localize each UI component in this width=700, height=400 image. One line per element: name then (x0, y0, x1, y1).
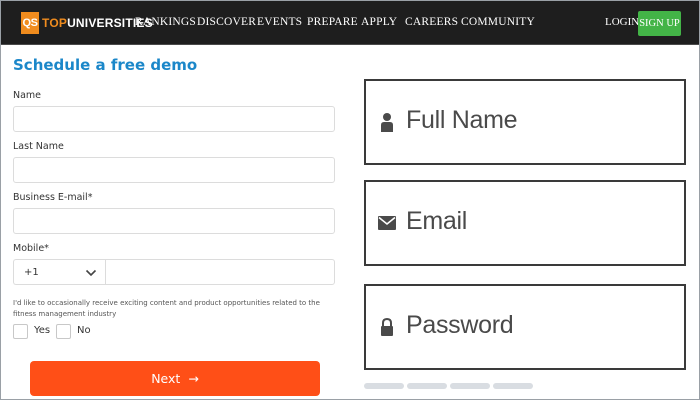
last-name-label: Last Name (13, 141, 64, 152)
lock-icon (378, 316, 396, 338)
country-code-value: +1 (24, 266, 39, 278)
email-label: Business E-mail* (13, 192, 93, 203)
illustration-email-field: Email (364, 180, 686, 266)
form-title: Schedule a free demo (13, 56, 198, 74)
consent-yes-checkbox[interactable] (13, 324, 28, 339)
nav-item-events[interactable]: EVENTS (257, 16, 302, 28)
user-icon (378, 111, 396, 133)
nav-item-prepare[interactable]: PREPARE (307, 16, 358, 28)
consent-no-label: No (77, 325, 91, 336)
logo-wordmark-top: TOP (42, 16, 68, 30)
chevron-down-icon (85, 267, 97, 282)
top-navigation-bar: QS TOPUNIVERSITIES RANKINGS DISCOVER EVE… (1, 1, 699, 45)
consent-text: I'd like to occasionally receive excitin… (13, 299, 320, 318)
illustration-email-text: Email (406, 207, 468, 235)
progress-segment-4 (493, 383, 533, 389)
signup-button[interactable]: SIGN UP (638, 11, 681, 36)
nav-item-rankings[interactable]: RANKINGS (135, 16, 196, 28)
login-link[interactable]: LOGIN (605, 16, 639, 28)
nav-item-careers[interactable]: CAREERS (405, 16, 458, 28)
mobile-label: Mobile* (13, 243, 49, 254)
name-label: Name (13, 90, 42, 101)
progress-segment-3 (450, 383, 490, 389)
next-button-label: Next (151, 371, 181, 386)
progress-segment-1 (364, 383, 404, 389)
next-button[interactable]: Next → (30, 361, 320, 396)
consent-yes-label: Yes (34, 325, 51, 336)
arrow-right-icon: → (188, 371, 199, 386)
last-name-input[interactable] (13, 157, 335, 183)
illustration-password-field: Password (364, 284, 686, 370)
email-input[interactable] (13, 208, 335, 234)
mobile-number-input[interactable] (105, 259, 335, 285)
nav-item-community[interactable]: COMMUNITY (461, 16, 535, 28)
site-logo[interactable]: QS TOPUNIVERSITIES (21, 12, 153, 34)
illustration-password-text: Password (406, 311, 514, 339)
envelope-icon (378, 212, 396, 234)
nav-item-discover[interactable]: DISCOVER (197, 16, 256, 28)
progress-segment-2 (407, 383, 447, 389)
page: QS TOPUNIVERSITIES RANKINGS DISCOVER EVE… (0, 0, 700, 400)
illustration-full-name-text: Full Name (406, 106, 518, 134)
name-input[interactable] (13, 106, 335, 132)
nav-item-apply[interactable]: APPLY (361, 16, 397, 28)
logo-badge: QS (21, 12, 39, 34)
country-code-select[interactable]: +1 (13, 259, 105, 285)
consent-no-checkbox[interactable] (56, 324, 71, 339)
illustration-full-name-field: Full Name (364, 79, 686, 165)
